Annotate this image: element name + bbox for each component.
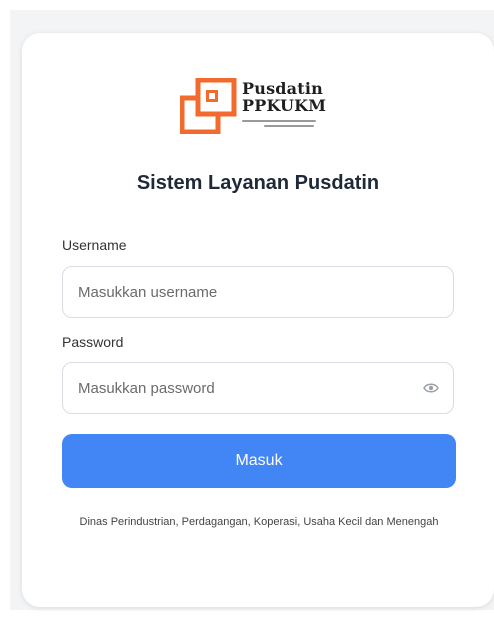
logo-text: Pusdatin PPKUKM [242,80,338,130]
password-field-container [62,362,454,414]
page-title: Sistem Layanan Pusdatin [136,172,380,194]
logo-name-line2: PPKUKM [242,96,327,115]
eye-icon[interactable] [423,382,439,394]
username-field-container [62,266,454,318]
username-input[interactable] [78,267,418,317]
footer-text: Dinas Perindustrian, Perdagangan, Kopera… [79,516,439,528]
logo-tagline-decoration [242,120,316,127]
logo-name-line1: Pusdatin [242,79,323,98]
username-label: Username [62,237,127,253]
password-input[interactable] [78,363,418,413]
login-button[interactable]: Masuk [62,434,456,488]
password-label: Password [62,334,124,350]
logo: Pusdatin PPKUKM [180,78,338,134]
logo-mark-icon [180,78,237,134]
